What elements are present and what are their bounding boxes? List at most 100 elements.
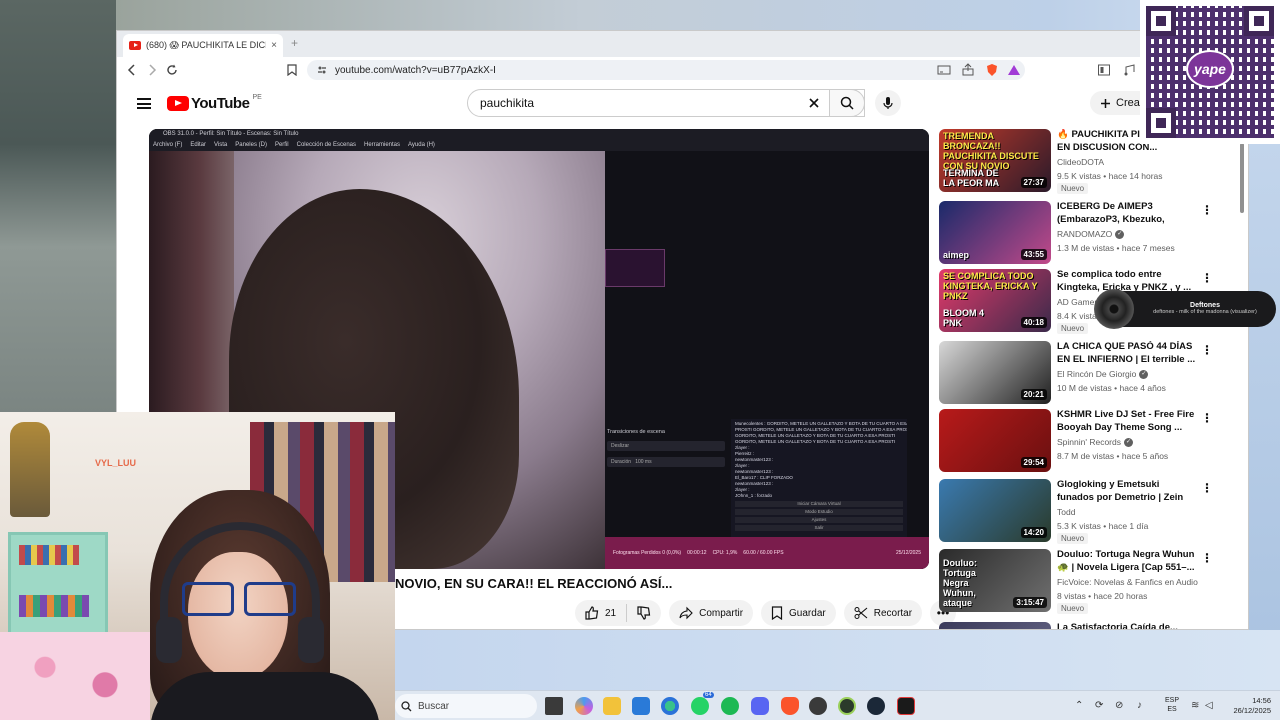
clip-button[interactable]: Recortar <box>843 600 923 626</box>
reload-button[interactable] <box>163 61 181 79</box>
new-badge: Nuevo <box>1057 183 1089 194</box>
clear-search-icon[interactable] <box>808 97 820 109</box>
video-thumbnail[interactable]: 14:20 <box>939 479 1051 542</box>
video-menu-icon[interactable]: ⋮ <box>1201 551 1213 565</box>
video-thumbnail[interactable]: aimep 43:55 <box>939 201 1051 264</box>
video-menu-icon[interactable]: ⋮ <box>1201 271 1213 285</box>
related-video-title[interactable]: La Satisfactoria Caída de... <box>1057 622 1197 629</box>
video-thumbnail[interactable]: 29:54 <box>939 409 1051 472</box>
channel-name[interactable]: AD Gamer <box>1057 297 1097 307</box>
tray-microphone-icon[interactable]: ♪ <box>1137 700 1142 711</box>
video-stats: 8 vistas • hace 20 horas <box>1057 591 1148 601</box>
taskbar-search-icon <box>401 700 412 711</box>
copilot-icon[interactable] <box>575 697 593 715</box>
thumbnail-caption: TREMENDA BRONCAZA!! PAUCHIKITA DISCUTE C… <box>943 131 1039 171</box>
spotify-icon[interactable] <box>721 697 739 715</box>
search-query[interactable]: pauchikita <box>480 96 808 110</box>
file-explorer-icon[interactable] <box>603 697 621 715</box>
brave-shields-icon[interactable] <box>985 63 999 77</box>
video-duration: 29:54 <box>1020 457 1047 468</box>
back-button[interactable] <box>123 61 141 79</box>
cast-icon[interactable] <box>937 63 951 77</box>
video-thumbnail[interactable]: SE COMPLICA TODO KINGTEKA, ERICKA Y PNKZ… <box>939 269 1051 332</box>
channel-name-text: RANDOMAZO <box>1057 229 1113 239</box>
url-text[interactable]: youtube.com/watch?v=uB77pAzkX-I <box>335 65 496 76</box>
tray-sync-icon[interactable]: ⟳ <box>1095 700 1103 711</box>
channel-name[interactable]: El Rincón De Giorgio ✓ <box>1057 369 1149 380</box>
video-menu-icon[interactable]: ⋮ <box>1201 481 1213 495</box>
webcam-shirt <box>150 672 380 720</box>
related-video-title[interactable]: Glogloking y Emetsuki funados por Demetr… <box>1057 479 1197 504</box>
video-thumbnail[interactable] <box>939 622 1051 629</box>
related-video[interactable]: Douluo: Tortuga Negra Wuhun, ataque 3:15:… <box>939 549 1229 614</box>
save-button[interactable]: Guardar <box>761 600 836 626</box>
related-video-title[interactable]: Douluo: Tortuga Negra Wuhun 🐢 | Novela L… <box>1057 549 1197 574</box>
youtube-logo[interactable]: YouTube PE <box>167 94 262 112</box>
video-title: NOVIO, EN SU CARA!! EL REACCIONÓ ASÍ... <box>395 576 673 591</box>
brave-icon[interactable] <box>781 697 799 715</box>
related-video[interactable]: 20:21 LA CHICA QUE PASÓ 44 DÍAS EN EL INF… <box>939 341 1229 405</box>
bookmark-button[interactable] <box>283 61 301 79</box>
video-thumbnail[interactable]: 20:21 <box>939 341 1051 404</box>
related-video[interactable]: aimep 43:55 ICEBERG De AIMEP3 (EmbarazoP3,… <box>939 201 1229 265</box>
tray-network-icon[interactable]: ⊘ <box>1115 700 1123 711</box>
related-video-title[interactable]: LA CHICA QUE PASÓ 44 DÍAS EN EL INFIERNO… <box>1057 341 1197 366</box>
video-duration: 3:15:47 <box>1013 597 1047 608</box>
webcam-headset-left-cup <box>156 617 182 663</box>
whatsapp-icon[interactable] <box>691 697 709 715</box>
tab-close-icon[interactable]: × <box>271 40 277 51</box>
channel-name[interactable]: FicVoice: Novelas & Fanfics en Audio <box>1057 577 1198 587</box>
media-control-icon[interactable] <box>1123 63 1137 77</box>
video-menu-icon[interactable]: ⋮ <box>1201 203 1213 217</box>
voice-search-button[interactable] <box>875 90 901 116</box>
search-button[interactable] <box>829 89 865 117</box>
thumbs-up-icon[interactable] <box>585 606 599 620</box>
language-indicator[interactable]: ESP ES <box>1165 696 1179 714</box>
search-input[interactable]: pauchikita <box>467 89 865 117</box>
forward-button[interactable] <box>143 61 161 79</box>
related-video-title[interactable]: ICEBERG De AIMEP3 (EmbarazoP3, Kbezuko, … <box>1057 201 1197 226</box>
video-actions: 21 Compartir Guardar Recortar ••• <box>575 599 957 627</box>
channel-name[interactable]: ClideoDOTA <box>1057 157 1104 167</box>
video-menu-icon[interactable]: ⋮ <box>1201 343 1213 357</box>
site-info-icon[interactable] <box>317 65 327 75</box>
related-video[interactable]: 29:54 KSHMR Live DJ Set - Free Fire Booya… <box>939 409 1229 473</box>
new-tab-button[interactable]: + <box>291 36 298 50</box>
task-view-icon[interactable] <box>545 697 563 715</box>
channel-name[interactable]: RANDOMAZO ✓ <box>1057 229 1125 240</box>
steam-icon[interactable] <box>867 697 885 715</box>
adobe-icon[interactable] <box>897 697 915 715</box>
related-video-title[interactable]: KSHMR Live DJ Set - Free Fire Booyah Day… <box>1057 409 1197 434</box>
obs-status-item: 00:00:12 <box>687 550 707 556</box>
channel-name[interactable]: Todd <box>1057 507 1075 517</box>
share-page-icon[interactable] <box>961 63 975 77</box>
channel-name-text: FicVoice: Novelas & Fanfics en Audio <box>1057 577 1198 587</box>
now-playing-track: deftones - milk of the madonna (visualiz… <box>1153 309 1257 315</box>
tray-wifi-icon[interactable]: ≋ <box>1191 700 1199 711</box>
discord-icon[interactable] <box>751 697 769 715</box>
related-video[interactable]: La Satisfactoria Caída de... <box>939 622 1229 629</box>
video-menu-icon[interactable]: ⋮ <box>1201 411 1213 425</box>
thumbs-down-icon[interactable] <box>637 606 651 620</box>
share-button[interactable]: Compartir <box>669 600 754 626</box>
taskbar-search[interactable]: Buscar <box>395 694 537 718</box>
duration-label: Duración <box>611 459 632 465</box>
sidebar-toggle-icon[interactable] <box>1097 63 1111 77</box>
tab-youtube-video[interactable]: (680) 😱 PAUCHIKITA LE DICE KA × <box>123 34 283 57</box>
address-bar[interactable]: youtube.com/watch?v=uB77pAzkX-I <box>307 60 1025 80</box>
tray-volume-icon[interactable]: ◁ <box>1205 700 1213 711</box>
brave-rewards-icon[interactable] <box>1007 63 1021 77</box>
hamburger-menu-icon[interactable] <box>137 98 151 109</box>
system-clock[interactable]: 14:56 26/12/2025 <box>1221 696 1271 716</box>
edge-icon[interactable] <box>661 697 679 715</box>
related-video[interactable]: 14:20 Glogloking y Emetsuki funados por D… <box>939 479 1229 544</box>
new-badge: Nuevo <box>1057 323 1089 334</box>
obs-icon[interactable] <box>809 697 827 715</box>
video-thumbnail[interactable]: Douluo: Tortuga Negra Wuhun, ataque 3:15:… <box>939 549 1051 612</box>
tray-chevron-icon[interactable]: ⌃ <box>1075 700 1083 711</box>
xbox-icon[interactable] <box>838 697 856 715</box>
store-icon[interactable] <box>632 697 650 715</box>
related-scrollbar-thumb[interactable] <box>1240 143 1244 213</box>
channel-name[interactable]: Spinnin' Records ✓ <box>1057 437 1133 448</box>
video-thumbnail[interactable]: TREMENDA BRONCAZA!! PAUCHIKITA DISCUTE C… <box>939 129 1051 192</box>
